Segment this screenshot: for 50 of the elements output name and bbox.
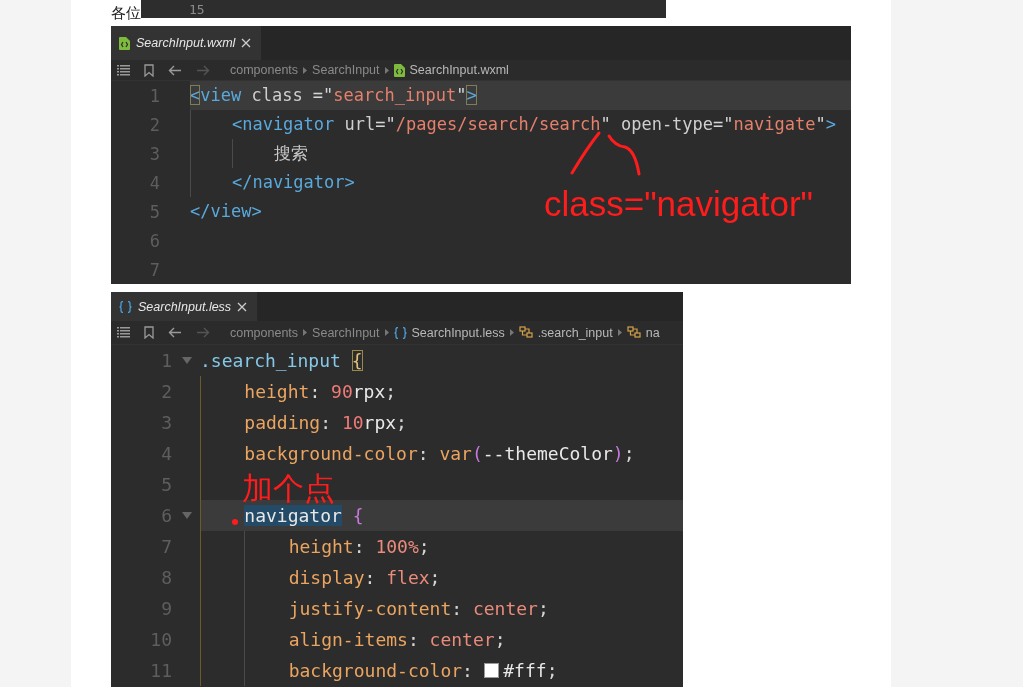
code-line: background-color: #fff;: [288, 659, 558, 683]
chevron-icon: [384, 329, 389, 336]
code-line: height: 100%;: [288, 535, 430, 559]
breadcrumb-item[interactable]: SearchInput.wxml: [409, 63, 509, 77]
paragraph-text: 各位: [111, 4, 141, 22]
chevron-icon: [303, 329, 308, 336]
code-line: background-color: var(--themeColor);: [244, 442, 635, 466]
breadcrumb-item[interactable]: SearchInput.less: [411, 325, 505, 340]
chevron-icon: [384, 66, 389, 74]
code-line: justify-content: center;: [288, 597, 549, 621]
code-line: <view class ="search_input">: [190, 84, 477, 107]
line-number: 15: [189, 1, 205, 17]
breadcrumb-item[interactable]: na: [645, 325, 660, 340]
node-tree-icon: [518, 326, 533, 339]
back-arrow-icon[interactable]: [168, 327, 182, 338]
close-icon[interactable]: [241, 38, 252, 48]
file-icon: [393, 63, 405, 77]
code-line: </view>: [190, 200, 262, 223]
fold-arrow-icon[interactable]: [182, 511, 192, 520]
back-arrow-icon[interactable]: [168, 64, 182, 76]
file-icon: [119, 36, 130, 50]
list-icon[interactable]: [117, 64, 130, 76]
bookmark-icon[interactable]: [144, 326, 154, 339]
code-line: <navigator url="/pages/search/search" open-type="navigate">: [231, 113, 836, 136]
breadcrumb-item[interactable]: SearchInput: [312, 63, 380, 77]
annotation-dot-icon: [232, 519, 238, 525]
code-line: .search_input {: [200, 349, 363, 373]
chevron-icon: [509, 329, 514, 336]
code-line: 搜索: [273, 142, 308, 165]
node-tree-icon: [626, 326, 641, 339]
code-line: </navigator>: [231, 171, 355, 194]
editor-tab[interactable]: SearchInput.wxml: [111, 26, 262, 60]
chevron-icon: [617, 329, 622, 336]
list-icon[interactable]: [117, 327, 130, 338]
code-line: height: 90 rpx;: [244, 380, 397, 404]
breadcrumb-item[interactable]: .search_input: [537, 325, 613, 340]
code-line: align-items: center;: [288, 628, 506, 652]
breadcrumb-item[interactable]: SearchInput: [312, 325, 380, 340]
breadcrumb-item[interactable]: components: [230, 63, 299, 77]
braces-icon: [119, 300, 132, 313]
code-line: display: flex;: [288, 566, 441, 590]
editor-tab[interactable]: SearchInput.less: [111, 292, 258, 321]
breadcrumb-item[interactable]: components: [230, 325, 299, 340]
chevron-icon: [303, 66, 308, 74]
fold-arrow-icon[interactable]: [182, 356, 192, 365]
bookmark-icon[interactable]: [144, 63, 154, 77]
code-line: padding: 10rpx;: [244, 411, 407, 435]
handwritten-note: class="navigator": [544, 184, 813, 224]
braces-icon: [393, 326, 407, 339]
close-icon[interactable]: [237, 301, 248, 312]
